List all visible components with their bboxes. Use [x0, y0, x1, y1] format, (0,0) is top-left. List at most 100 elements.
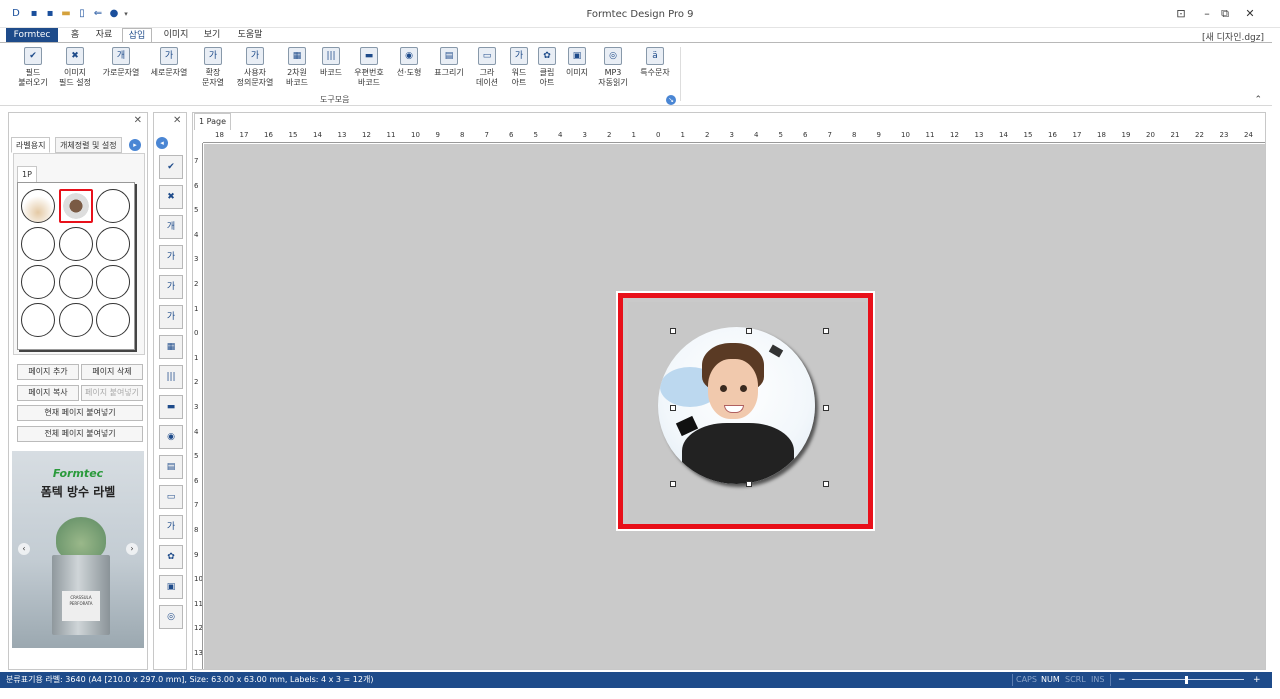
extended-text-button[interactable]: 가 확장 문자열	[192, 47, 234, 88]
resize-handle-n[interactable]	[746, 328, 752, 334]
label-cell[interactable]	[96, 303, 130, 337]
custom-text-icon[interactable]: 가	[159, 305, 183, 329]
horizontal-text-icon[interactable]: 개	[159, 215, 183, 239]
delete-page-button[interactable]: 페이지 삭제	[81, 364, 143, 380]
close-icon[interactable]: ✕	[134, 115, 142, 126]
paste-page-button[interactable]: 페이지 붙여넣기	[81, 385, 143, 401]
zoom-out-button[interactable]: −	[1118, 672, 1126, 688]
table-icon[interactable]: ▤	[159, 455, 183, 479]
ruler-number: 16	[264, 131, 273, 139]
custom-text-button[interactable]: 가 사용자 정의문자열	[234, 47, 276, 88]
image-field-button[interactable]: ✖ 이미지 필드 설정	[54, 47, 96, 88]
word-art-icon[interactable]: 가	[159, 515, 183, 539]
ad-prev-icon[interactable]: ‹	[18, 543, 30, 555]
ruler-number: 12	[362, 131, 371, 139]
avatar-image[interactable]	[658, 327, 815, 484]
gradient-icon[interactable]: ▭	[159, 485, 183, 509]
title-bar: D ▪ ▪ ▬ ▯ ⇐ ● ▾ Formtec Design Pro 9 ⊡ –…	[0, 0, 1280, 28]
arrow-right-icon[interactable]: ▸	[129, 139, 141, 151]
field-load-button[interactable]: ✔ 필드 불러오기	[12, 47, 54, 88]
menu-bar: Formtec 홈 자료 삽입 이미지 보기 도움말 [새 디자인.dgz]	[0, 28, 1280, 43]
field-load-icon[interactable]: ✔	[159, 155, 183, 179]
page-tab[interactable]: 1 Page	[194, 113, 231, 130]
page-tab-1p[interactable]: 1P	[17, 166, 37, 182]
label-cell[interactable]	[96, 227, 130, 261]
ruler-number: 10	[901, 131, 910, 139]
clip-art-icon[interactable]: ✿	[159, 545, 183, 569]
tab-home[interactable]: 홈	[62, 28, 88, 42]
paste-current-page-button[interactable]: 현재 페이지 붙여넣기	[17, 405, 143, 421]
zoom-in-button[interactable]: +	[1253, 672, 1261, 688]
vertical-text-button[interactable]: 가 세로문자열	[148, 47, 190, 78]
clip-art-icon: ✿	[538, 47, 556, 65]
divider	[1012, 674, 1013, 686]
zoom-slider[interactable]	[1132, 679, 1244, 680]
label-cell[interactable]	[59, 303, 93, 337]
close-icon[interactable]: ✕	[1241, 6, 1259, 22]
ribbon-group-expander-icon[interactable]: ↘	[666, 95, 676, 105]
tab-data[interactable]: 자료	[90, 28, 118, 42]
horizontal-text-button[interactable]: 개 가로문자열	[100, 47, 142, 78]
shapes-icon[interactable]: ◉	[159, 425, 183, 449]
resize-handle-s[interactable]	[746, 481, 752, 487]
add-page-button[interactable]: 페이지 추가	[17, 364, 79, 380]
qr-code-icon[interactable]: ▦	[159, 335, 183, 359]
label-cell-1[interactable]	[21, 189, 55, 223]
eye	[720, 385, 727, 392]
restore-ribbon-icon[interactable]: ⊡	[1172, 6, 1190, 22]
postal-barcode-icon[interactable]: ▬	[159, 395, 183, 419]
menu-brand-tab[interactable]: Formtec	[6, 28, 58, 42]
tab-view[interactable]: 보기	[198, 28, 226, 42]
resize-handle-ne[interactable]	[823, 328, 829, 334]
maximize-icon[interactable]: ⧉	[1216, 6, 1234, 22]
tab-help[interactable]: 도움말	[232, 28, 268, 42]
ruler-number: 12	[950, 131, 959, 139]
ruler-number: 2	[607, 131, 612, 139]
shapes-button[interactable]: ◉ 선·도형	[388, 47, 430, 78]
resize-handle-e[interactable]	[823, 405, 829, 411]
label-cell[interactable]	[96, 265, 130, 299]
image-icon[interactable]: ▣	[159, 575, 183, 599]
minimize-icon[interactable]: –	[1198, 6, 1216, 22]
label-cell-2-selected[interactable]	[59, 189, 93, 223]
barcode-icon: |||	[322, 47, 340, 65]
mp3-disc-button[interactable]: ◎ MP3 자동읽기	[592, 47, 634, 88]
tab-insert[interactable]: 삽입	[122, 28, 152, 42]
copy-page-button[interactable]: 페이지 복사	[17, 385, 79, 401]
resize-handle-sw[interactable]	[670, 481, 676, 487]
resize-handle-w[interactable]	[670, 405, 676, 411]
label-cell[interactable]	[59, 227, 93, 261]
vertical-text-icon[interactable]: 가	[159, 245, 183, 269]
label-cell[interactable]	[59, 265, 93, 299]
extended-text-icon[interactable]: 가	[159, 275, 183, 299]
ad-banner[interactable]: Formtec 폼텍 방수 라벨 CRASSULA PERFORATA ‹ ›	[12, 451, 144, 648]
collapse-ribbon-icon[interactable]: ⌃	[1254, 95, 1262, 105]
ad-next-icon[interactable]: ›	[126, 543, 138, 555]
table-button[interactable]: ▤ 표그리기	[428, 47, 470, 78]
page-thumbnail[interactable]	[17, 182, 135, 350]
label-cell[interactable]	[21, 265, 55, 299]
resize-handle-se[interactable]	[823, 481, 829, 487]
ruler-number: 1	[194, 304, 199, 313]
arrow-left-icon[interactable]: ◂	[156, 137, 168, 149]
barcode-icon[interactable]: |||	[159, 365, 183, 389]
postal-barcode-button[interactable]: ▬ 우편번호 바코드	[348, 47, 390, 88]
tab-object-align[interactable]: 개체정렬 및 설정	[55, 137, 122, 153]
tab-label-paper[interactable]: 라벨용지	[11, 137, 51, 153]
tab-image[interactable]: 이미지	[158, 28, 194, 42]
ribbon-button-label: 우편번호 바코드	[354, 68, 384, 87]
close-icon[interactable]: ✕	[173, 115, 181, 126]
label-cell[interactable]	[21, 303, 55, 337]
mp3-disc-icon[interactable]: ◎	[159, 605, 183, 629]
barcode-button[interactable]: ||| 바코드	[310, 47, 352, 78]
resize-handle-nw[interactable]	[670, 328, 676, 334]
ruler-number: 2	[194, 280, 199, 288]
ruler-number: 1	[194, 353, 199, 362]
label-cell[interactable]	[21, 227, 55, 261]
paste-all-pages-button[interactable]: 전체 페이지 붙여넣기	[17, 426, 143, 442]
ribbon-button-label: 선·도형	[396, 68, 422, 77]
image-field-icon[interactable]: ✖	[159, 185, 183, 209]
special-char-button[interactable]: ä 특수문자	[634, 47, 676, 78]
label-cell[interactable]	[96, 189, 130, 223]
zoom-slider-thumb[interactable]	[1184, 676, 1188, 684]
